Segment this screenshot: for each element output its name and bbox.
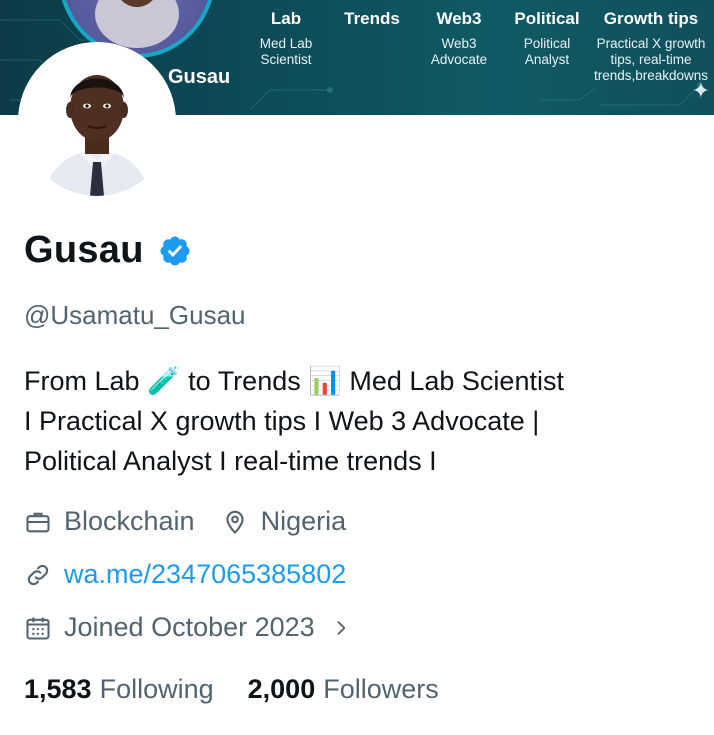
chevron-right-icon [337, 620, 345, 635]
banner-column-title: Trends [344, 9, 400, 28]
profile-location: Nigeria [260, 506, 347, 536]
banner-column-desc: Political Analyst [506, 36, 588, 68]
banner-column-desc: Practical X growth tips, real-time trend… [590, 36, 712, 84]
display-name: Gusau [24, 229, 192, 272]
profile-follow-stats: 1,583 Following 2,000 Followers [24, 674, 439, 705]
bio-line: I Practical X growth tips I Web 3 Advoca… [24, 406, 540, 436]
followers-link[interactable]: 2,000 Followers [248, 674, 439, 705]
banner-column-title: Web3 [436, 9, 482, 28]
profile-website-link[interactable]: wa.me/2347065385802 [64, 559, 346, 590]
profile-bio: From Lab 🧪 to Trends 📊 Med Lab Scientist… [24, 361, 684, 481]
briefcase-icon [26, 512, 50, 532]
banner-column-lab: Lab Med Lab Scientist [252, 8, 320, 68]
following-count: 1,583 [24, 674, 92, 704]
banner-column-web3: Web3 Web3 Advocate [424, 8, 494, 68]
banner-desc-line: Med Lab [259, 36, 313, 51]
following-label: Following [99, 674, 214, 704]
banner-column-title: Growth tips [603, 9, 699, 28]
profile-meta-category-location: Blockchain Nigeria [24, 506, 346, 537]
banner-desc-line: Analyst [524, 52, 570, 67]
profile-avatar[interactable] [18, 42, 176, 200]
avatar-photo [22, 46, 172, 196]
profile-meta-website: wa.me/2347065385802 [24, 559, 346, 590]
followers-label: Followers [323, 674, 439, 704]
profile-meta-joined[interactable]: Joined October 2023 [24, 612, 351, 643]
profile-joined-date: Joined October 2023 [64, 612, 315, 642]
link-icon [27, 564, 49, 585]
banner-column-title: Political [514, 9, 580, 28]
banner-desc-line: Advocate [430, 52, 488, 67]
banner-desc-line: Web3 [441, 36, 477, 51]
banner-column-desc: Web3 Advocate [424, 36, 494, 68]
bio-line: Political Analyst I real-time trends I [24, 446, 437, 476]
banner-column-desc: Med Lab Scientist [252, 36, 320, 68]
profile-category: Blockchain [64, 506, 195, 536]
banner-column-title: Lab [270, 9, 302, 28]
location-pin-icon [225, 510, 244, 534]
verified-badge-icon[interactable] [158, 234, 192, 268]
profile-page: Gusau Lab Med Lab Scientist Trends Web3 … [0, 0, 714, 735]
banner-desc-line: Practical X growth [596, 36, 706, 51]
banner-desc-line: Political [523, 36, 571, 51]
banner-name-text: Gusau [168, 66, 231, 88]
display-name-text: Gusau [24, 229, 144, 271]
followers-count: 2,000 [247, 674, 316, 704]
profile-handle: @Usamatu_Gusau [24, 300, 246, 330]
following-link[interactable]: 1,583 Following [24, 674, 214, 705]
banner-column-trends: Trends [336, 8, 408, 30]
bio-line: From Lab 🧪 to Trends 📊 Med Lab Scientist [24, 366, 564, 396]
banner-desc-line: tips, real-time [610, 52, 692, 67]
sparkle-icon: ✦ [691, 78, 710, 103]
calendar-icon [26, 617, 50, 640]
banner-desc-line: Scientist [260, 52, 312, 67]
banner-column-political: Political Political Analyst [506, 8, 588, 68]
banner-column-growth-tips: Growth tips Practical X growth tips, rea… [590, 8, 712, 84]
